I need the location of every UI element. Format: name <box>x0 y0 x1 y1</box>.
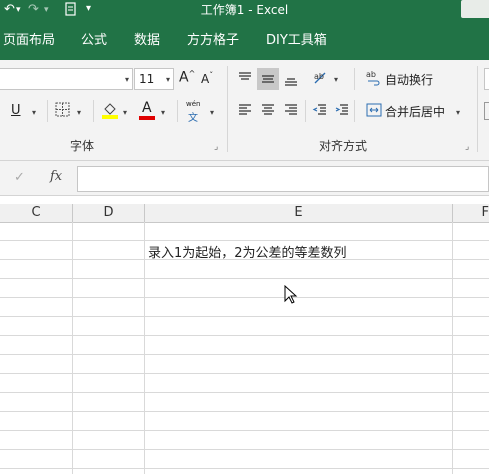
chevron-down-icon[interactable]: ▾ <box>334 75 338 84</box>
divider <box>93 100 94 122</box>
grid-line <box>0 430 489 431</box>
underline-button[interactable]: U <box>11 103 21 118</box>
number-format-button[interactable] <box>484 102 489 120</box>
font-size-box[interactable]: 11 ▾ <box>134 68 174 90</box>
chevron-down-icon[interactable]: ▾ <box>210 108 214 117</box>
grid-line <box>0 297 489 298</box>
insert-function-icon[interactable]: fx <box>50 169 62 184</box>
grid-line <box>0 392 489 393</box>
fill-color-icon[interactable] <box>102 100 118 123</box>
number-format-box[interactable] <box>484 68 489 90</box>
grid-line <box>0 278 489 279</box>
grow-font-button[interactable]: A^ <box>179 69 195 86</box>
phonetic-top: wén <box>186 100 201 108</box>
align-bottom-icon[interactable] <box>283 72 299 91</box>
align-top-icon[interactable] <box>237 70 253 89</box>
ribbon: ▾ 11 ▾ A^ Aˇ U ▾ ▾ ▾ A ▾ wén 文 ▾ 字体 ⌟ ab… <box>0 60 489 161</box>
chevron-down-icon[interactable]: ▾ <box>125 75 129 84</box>
column-header-d[interactable]: D <box>73 204 145 222</box>
divider <box>305 100 306 122</box>
grid-line <box>0 373 489 374</box>
orientation-icon[interactable]: ab <box>312 70 332 89</box>
font-dialog-launcher-icon[interactable]: ⌟ <box>214 142 218 152</box>
divider <box>227 66 228 152</box>
formula-bar: ✓ fx <box>0 161 489 196</box>
shrink-font-button[interactable]: Aˇ <box>201 71 213 86</box>
align-center-icon[interactable] <box>260 102 276 121</box>
divider <box>177 100 178 122</box>
font-color-swatch <box>139 116 155 120</box>
chevron-down-icon[interactable]: ▾ <box>161 108 165 117</box>
grid-line <box>0 468 489 469</box>
window-title: 工作簿1 - Excel <box>200 3 289 17</box>
column-header-f[interactable]: F <box>453 204 489 222</box>
tab-data[interactable]: 数据 <box>134 29 160 48</box>
alignment-group-label: 对齐方式 <box>319 139 368 153</box>
grid-line <box>0 335 489 336</box>
column-header-c[interactable]: C <box>0 204 73 222</box>
merge-center-icon[interactable] <box>366 102 382 121</box>
chevron-down-icon[interactable]: ▾ <box>166 75 170 84</box>
font-size-value: 11 <box>139 72 155 86</box>
divider <box>47 100 48 122</box>
svg-text:ab: ab <box>314 72 324 81</box>
chevron-down-icon[interactable]: ▾ <box>456 108 460 117</box>
grid-line <box>0 411 489 412</box>
tab-diy-toolbox[interactable]: DIY工具箱 <box>266 29 327 48</box>
chevron-down-icon[interactable]: ▾ <box>77 108 81 117</box>
tab-fangfangezi[interactable]: 方方格子 <box>187 29 239 48</box>
wrap-text-button[interactable]: 自动换行 <box>385 71 433 88</box>
formula-input[interactable] <box>77 166 489 192</box>
font-color-button[interactable]: A <box>142 100 152 116</box>
divider <box>354 100 355 122</box>
chevron-down-icon[interactable]: ▾ <box>123 108 127 117</box>
grid-line <box>0 449 489 450</box>
borders-icon[interactable] <box>55 102 70 120</box>
font-group-label: 字体 <box>70 139 95 153</box>
decrease-indent-icon[interactable] <box>312 102 328 121</box>
cell-e2[interactable]: 录入1为起始，2为公差的等差数列 <box>148 242 347 261</box>
tab-page-layout[interactable]: 页面布局 <box>3 29 55 48</box>
phonetic-guide-button[interactable]: 文 <box>188 109 198 124</box>
divider <box>477 66 478 152</box>
wrap-text-icon[interactable]: ab <box>366 69 382 90</box>
merge-center-button[interactable]: 合并后居中 <box>385 103 445 120</box>
grid-line <box>0 240 489 241</box>
title-bar: ↶ ▾ ↷ ▾ ▾ 工作簿1 - Excel <box>0 0 489 20</box>
svg-text:ab: ab <box>366 70 376 79</box>
grid-line <box>0 354 489 355</box>
font-name-box[interactable]: ▾ <box>0 68 133 90</box>
align-right-icon[interactable] <box>283 102 299 121</box>
divider <box>354 68 355 90</box>
increase-indent-icon[interactable] <box>334 102 350 121</box>
grid-line <box>0 316 489 317</box>
mouse-pointer-icon <box>284 284 298 308</box>
align-middle-button[interactable] <box>257 68 279 90</box>
column-header-e[interactable]: E <box>145 204 453 222</box>
alignment-dialog-launcher-icon[interactable]: ⌟ <box>465 142 469 152</box>
enter-icon[interactable]: ✓ <box>14 170 25 185</box>
align-left-icon[interactable] <box>237 102 253 121</box>
account-button[interactable] <box>461 0 489 18</box>
tab-formulas[interactable]: 公式 <box>81 29 107 48</box>
column-header-row: C D E F <box>0 204 489 223</box>
chevron-down-icon[interactable]: ▾ <box>32 108 36 117</box>
ribbon-tabs: 页面布局 公式 数据 方方格子 DIY工具箱 <box>0 20 489 60</box>
